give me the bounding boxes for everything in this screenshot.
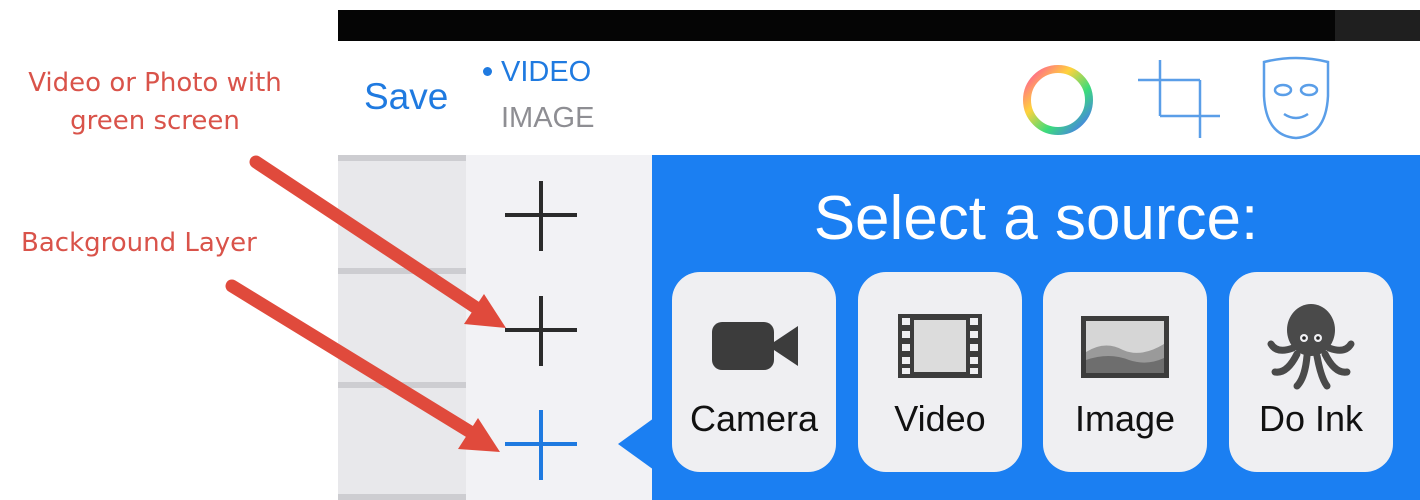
camera-source-button[interactable]: Camera bbox=[672, 272, 836, 472]
layer-divider bbox=[338, 155, 466, 161]
camera-source-label: Camera bbox=[689, 398, 819, 439]
status-bar bbox=[338, 10, 1335, 41]
layer-divider bbox=[338, 494, 466, 500]
doink-source-label: Do Ink bbox=[1258, 398, 1364, 439]
annotation-source-line2: green screen bbox=[70, 106, 240, 136]
layer-divider bbox=[338, 268, 466, 274]
image-source-button[interactable]: Image bbox=[1043, 272, 1207, 472]
annotation-background-label: Background Layer bbox=[21, 228, 257, 258]
layer-divider bbox=[338, 382, 466, 388]
doink-source-button[interactable]: Do Ink bbox=[1229, 272, 1393, 472]
mode-video-option[interactable]: VIDEO bbox=[501, 56, 591, 89]
image-source-label: Image bbox=[1074, 398, 1176, 439]
popover-pointer bbox=[618, 418, 654, 470]
save-button[interactable]: Save bbox=[364, 76, 448, 118]
selected-mode-dot bbox=[483, 67, 492, 76]
add-layer-button[interactable] bbox=[501, 290, 581, 370]
camera-icon bbox=[712, 322, 798, 370]
add-layer-button[interactable] bbox=[501, 175, 581, 255]
mode-image-option[interactable]: IMAGE bbox=[501, 102, 594, 135]
add-background-layer-button[interactable] bbox=[501, 404, 581, 484]
mask-icon[interactable] bbox=[1256, 56, 1336, 142]
video-source-button[interactable]: Video bbox=[858, 272, 1022, 472]
popover-title: Select a source: bbox=[813, 184, 1259, 253]
status-bar-end bbox=[1335, 10, 1420, 41]
film-strip-icon bbox=[898, 314, 982, 378]
annotation-source-line1: Video or Photo with bbox=[28, 68, 282, 98]
octopus-icon bbox=[1267, 304, 1355, 390]
landscape-image-icon bbox=[1081, 316, 1169, 378]
color-wheel-icon[interactable] bbox=[1018, 60, 1098, 140]
layer-thumbnails bbox=[338, 155, 466, 500]
video-source-label: Video bbox=[894, 398, 986, 439]
crop-icon[interactable] bbox=[1138, 60, 1222, 140]
annotation-source-label: Video or Photo with green screen bbox=[0, 64, 310, 140]
